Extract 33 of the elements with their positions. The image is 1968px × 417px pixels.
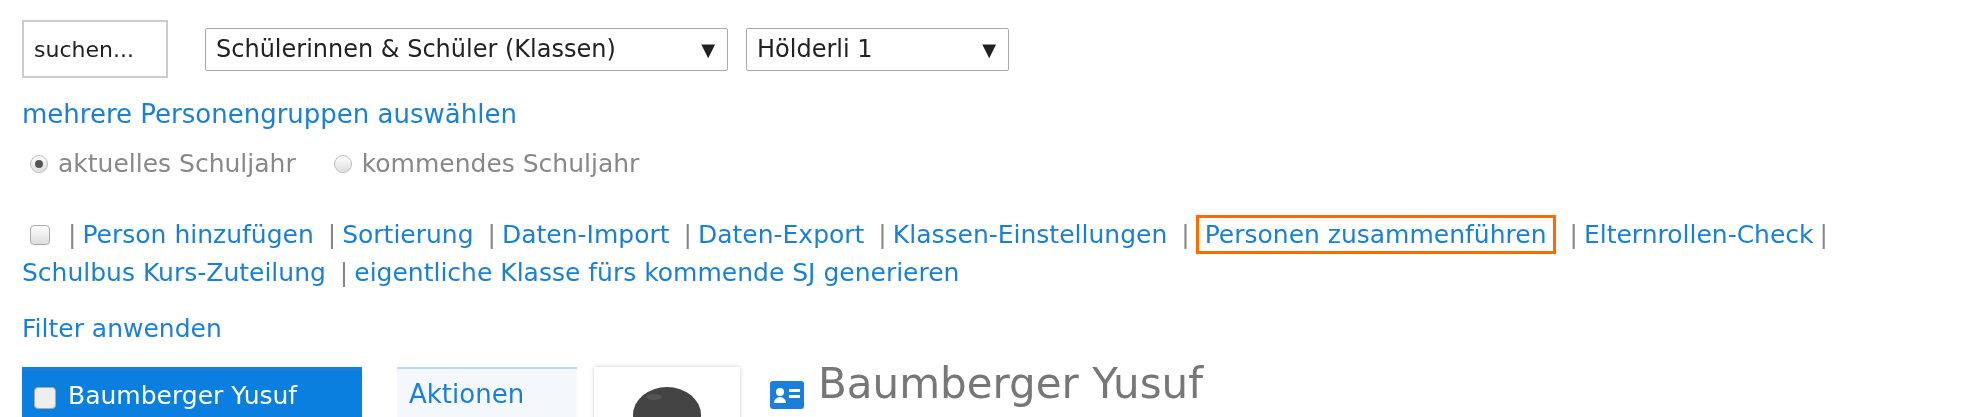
radio-label: kommendes Schuljahr: [361, 149, 640, 178]
action-link[interactable]: eigentliche Klasse fürs kommende SJ generieren: [354, 258, 960, 287]
separator: |: [1181, 220, 1190, 249]
separator: |: [683, 220, 692, 249]
dropdown[interactable]: Schülerinnen & Schüler (Klassen) ▼: [205, 27, 728, 71]
action-link[interactable]: Daten-Export: [697, 220, 865, 249]
separator: |: [339, 258, 349, 287]
checkbox[interactable]: [34, 387, 56, 409]
separator: |: [487, 220, 496, 249]
separator: |: [878, 220, 887, 249]
person-name: Baumberger Yusuf: [818, 363, 1203, 405]
checkbox[interactable]: [30, 225, 50, 245]
action-link[interactable]: Klassen-Einstellungen: [892, 220, 1168, 249]
person-item[interactable]: Baumberger Yusuf: [22, 367, 362, 417]
separator: |: [327, 220, 337, 249]
id-card-icon: [770, 381, 804, 409]
action-link[interactable]: Sortierung: [342, 220, 474, 249]
action-link[interactable]: Personen zusammenführen: [1195, 215, 1556, 254]
action-link[interactable]: Person hinzufügen: [82, 220, 314, 249]
search-field[interactable]: suchen...: [22, 20, 168, 78]
radio-label: aktuelles Schuljahr: [58, 149, 296, 178]
action-link[interactable]: Daten-Import: [501, 220, 670, 249]
radio-button[interactable]: [333, 154, 352, 173]
separator: |: [1819, 220, 1828, 249]
actions-tab[interactable]: Aktionen: [397, 367, 577, 417]
action-link[interactable]: Schulbus Kurs-Zuteilung: [22, 258, 326, 287]
action-link[interactable]: Elternrollen-Check: [1583, 220, 1814, 249]
select-groups-link[interactable]: mehrere Personengruppen auswählen: [22, 99, 517, 129]
separator: |: [1569, 220, 1578, 249]
radio-button[interactable]: [30, 154, 48, 173]
filter-link[interactable]: Filter anwenden: [22, 314, 222, 343]
dropdown[interactable]: Hölderli 1 ▼: [746, 27, 1009, 71]
separator: |: [68, 220, 77, 249]
